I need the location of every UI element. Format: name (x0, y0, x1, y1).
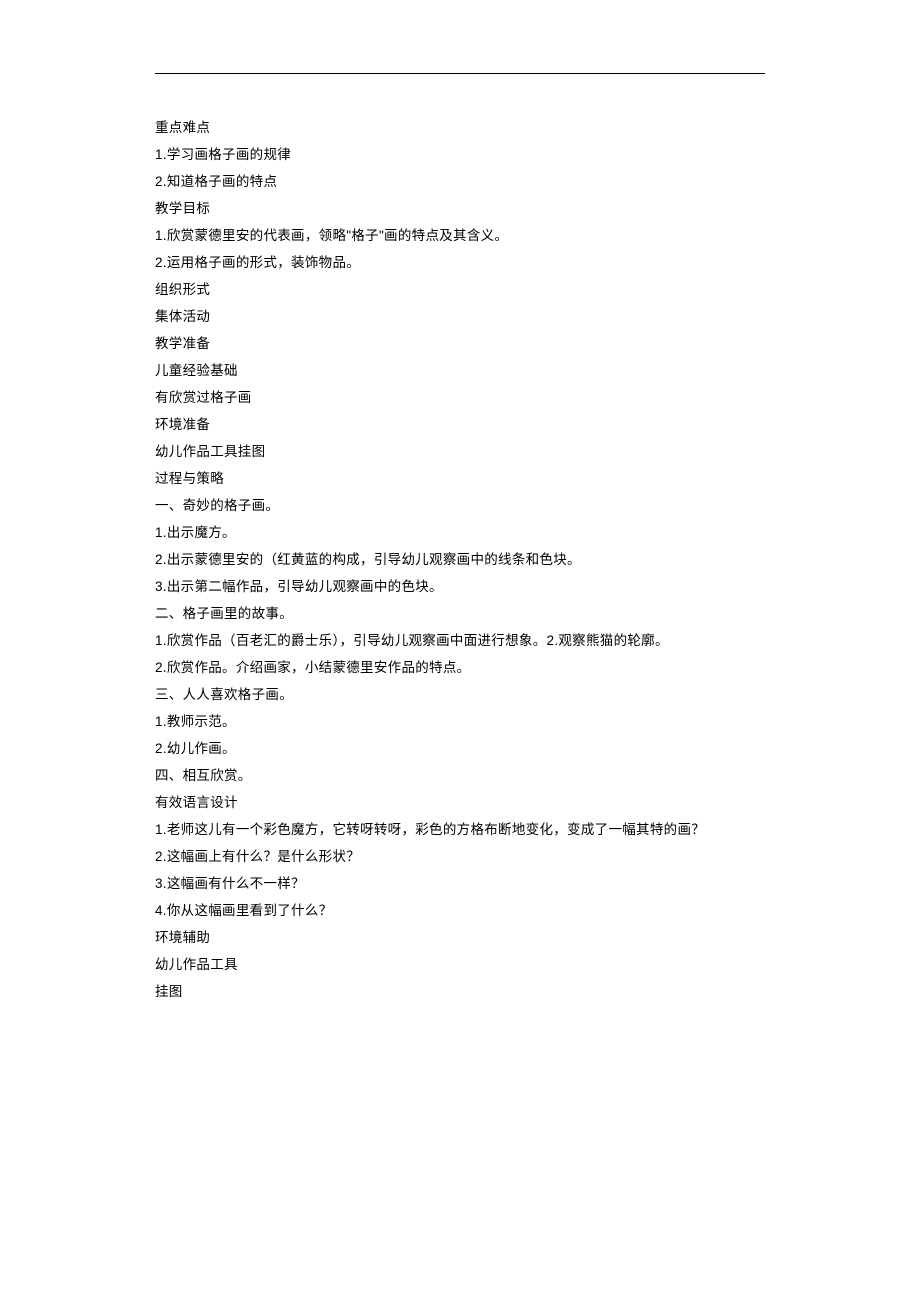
text-line: 2.知道格子画的特点 (155, 168, 765, 195)
text-line: 1.欣赏作品（百老汇的爵士乐），引导幼儿观察画中面进行想象。2.观察熊猫的轮廓。 (155, 627, 765, 654)
document-content: 重点难点 1.学习画格子画的规律 2.知道格子画的特点 教学目标 1.欣赏蒙德里… (155, 114, 765, 1005)
text-line: 教学目标 (155, 195, 765, 222)
text-line: 1.教师示范。 (155, 708, 765, 735)
text-line: 1.老师这儿有一个彩色魔方，它转呀转呀，彩色的方格布断地变化，变成了一幅其特的画… (155, 816, 765, 843)
text-line: 一、奇妙的格子画。 (155, 492, 765, 519)
text-line: 幼儿作品工具挂图 (155, 438, 765, 465)
text-line: 有欣赏过格子画 (155, 384, 765, 411)
text-line: 1.出示魔方。 (155, 519, 765, 546)
text-line: 2.幼儿作画。 (155, 735, 765, 762)
text-line: 三、人人喜欢格子画。 (155, 681, 765, 708)
text-line: 2.出示蒙德里安的（红黄蓝的构成，引导幼儿观察画中的线条和色块。 (155, 546, 765, 573)
text-line: 环境准备 (155, 411, 765, 438)
text-line: 1.欣赏蒙德里安的代表画，领略"格子"画的特点及其含义。 (155, 222, 765, 249)
text-line: 四、相互欣赏。 (155, 762, 765, 789)
text-line: 3.出示第二幅作品，引导幼儿观察画中的色块。 (155, 573, 765, 600)
text-line: 2.这幅画上有什么？是什么形状？ (155, 843, 765, 870)
text-line: 2.运用格子画的形式，装饰物品。 (155, 249, 765, 276)
text-line: 3.这幅画有什么不一样？ (155, 870, 765, 897)
text-line: 挂图 (155, 978, 765, 1005)
text-line: 集体活动 (155, 303, 765, 330)
text-line: 幼儿作品工具 (155, 951, 765, 978)
text-line: 过程与策略 (155, 465, 765, 492)
text-line: 环境辅助 (155, 924, 765, 951)
text-line: 1.学习画格子画的规律 (155, 141, 765, 168)
horizontal-divider (155, 73, 765, 74)
text-line: 4.你从这幅画里看到了什么？ (155, 897, 765, 924)
text-line: 教学准备 (155, 330, 765, 357)
text-line: 儿童经验基础 (155, 357, 765, 384)
text-line: 重点难点 (155, 114, 765, 141)
page-container: 重点难点 1.学习画格子画的规律 2.知道格子画的特点 教学目标 1.欣赏蒙德里… (0, 0, 920, 1005)
text-line: 二、格子画里的故事。 (155, 600, 765, 627)
text-line: 有效语言设计 (155, 789, 765, 816)
text-line: 2.欣赏作品。介绍画家，小结蒙德里安作品的特点。 (155, 654, 765, 681)
text-line: 组织形式 (155, 276, 765, 303)
